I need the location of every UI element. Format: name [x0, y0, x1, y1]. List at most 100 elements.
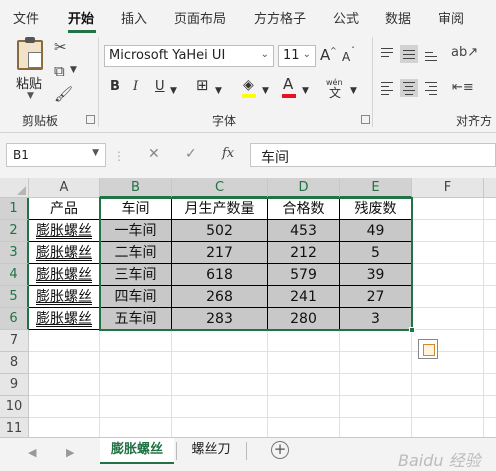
- cell-d11[interactable]: [268, 418, 340, 437]
- font-name-select[interactable]: Microsoft YaHei UI ⌄: [104, 45, 274, 67]
- increase-font-size-button[interactable]: A: [320, 47, 330, 63]
- column-header-d[interactable]: D: [268, 178, 340, 198]
- cell-e9[interactable]: [340, 374, 412, 396]
- cell-e10[interactable]: [340, 396, 412, 418]
- cell-e11[interactable]: [340, 418, 412, 437]
- font-dialog-launcher-icon[interactable]: [361, 115, 370, 124]
- column-header-b[interactable]: B: [100, 178, 172, 198]
- cell-a9[interactable]: [29, 374, 100, 396]
- sheet-tab-pengzhang-luosi[interactable]: 膨胀螺丝: [100, 438, 174, 464]
- cell-f1[interactable]: [412, 198, 484, 220]
- cell-d1[interactable]: 合格数: [268, 198, 340, 220]
- worksheet-grid[interactable]: A B C D E F 1 产品 车间 月生产数量 合格数 残废数 2 膨胀螺丝 一车间 502 453 49 3 膨…: [0, 178, 496, 437]
- cell-g9[interactable]: [484, 374, 496, 396]
- tab-file[interactable]: 文件: [13, 8, 39, 27]
- cell-g7[interactable]: [484, 330, 496, 352]
- cell-b4[interactable]: 三车间: [100, 264, 172, 286]
- cell-d7[interactable]: [268, 330, 340, 352]
- cell-e7[interactable]: [340, 330, 412, 352]
- underline-button[interactable]: U: [155, 79, 165, 95]
- tab-insert[interactable]: 插入: [121, 8, 147, 27]
- borders-icon[interactable]: ⊞: [196, 77, 209, 93]
- clipboard-dialog-launcher-icon[interactable]: [86, 115, 95, 124]
- cell-g6[interactable]: [484, 308, 496, 330]
- cell-b1[interactable]: 车间: [100, 198, 172, 220]
- drag-handle-icon[interactable]: ⋮: [113, 149, 125, 163]
- formula-input[interactable]: 车间: [250, 143, 496, 167]
- cell-d6[interactable]: 280: [268, 308, 340, 330]
- cell-b6[interactable]: 五车间: [100, 308, 172, 330]
- align-right-icon[interactable]: [422, 79, 440, 97]
- align-bottom-icon[interactable]: [422, 45, 440, 63]
- cell-g11[interactable]: [484, 418, 496, 437]
- align-top-icon[interactable]: [378, 45, 396, 63]
- font-color-button[interactable]: A: [283, 76, 293, 92]
- cell-c3[interactable]: 217: [172, 242, 268, 264]
- cell-g10[interactable]: [484, 396, 496, 418]
- cell-g1[interactable]: [484, 198, 496, 220]
- cell-e2[interactable]: 49: [340, 220, 412, 242]
- copy-icon[interactable]: ⧉: [54, 64, 65, 79]
- cell-a4[interactable]: 膨胀螺丝: [29, 264, 100, 286]
- bold-button[interactable]: B: [110, 79, 120, 95]
- cell-c10[interactable]: [172, 396, 268, 418]
- cell-d2[interactable]: 453: [268, 220, 340, 242]
- cell-f6[interactable]: [412, 308, 484, 330]
- align-center-icon[interactable]: [400, 79, 418, 97]
- cell-e1[interactable]: 残废数: [340, 198, 412, 220]
- cell-b11[interactable]: [100, 418, 172, 437]
- cell-d4[interactable]: 579: [268, 264, 340, 286]
- cell-d5[interactable]: 241: [268, 286, 340, 308]
- name-box[interactable]: B1 ▼: [6, 143, 106, 167]
- cell-g8[interactable]: [484, 352, 496, 374]
- align-middle-icon[interactable]: [400, 45, 418, 63]
- cell-e4[interactable]: 39: [340, 264, 412, 286]
- cell-d9[interactable]: [268, 374, 340, 396]
- cell-c6[interactable]: 283: [172, 308, 268, 330]
- row-header-2[interactable]: 2: [0, 220, 29, 242]
- chevron-down-icon[interactable]: ▼: [170, 83, 177, 99]
- tab-page-layout[interactable]: 页面布局: [174, 8, 226, 27]
- cell-g2[interactable]: [484, 220, 496, 242]
- cell-f5[interactable]: [412, 286, 484, 308]
- cell-b5[interactable]: 四车间: [100, 286, 172, 308]
- cell-e5[interactable]: 27: [340, 286, 412, 308]
- fill-color-icon[interactable]: ◈: [243, 77, 254, 93]
- cell-a1[interactable]: 产品: [29, 198, 100, 220]
- cell-a8[interactable]: [29, 352, 100, 374]
- cell-e3[interactable]: 5: [340, 242, 412, 264]
- cell-a11[interactable]: [29, 418, 100, 437]
- row-header-5[interactable]: 5: [0, 286, 29, 308]
- quick-analysis-icon[interactable]: [418, 339, 438, 359]
- column-header-e[interactable]: E: [340, 178, 412, 198]
- cell-b8[interactable]: [100, 352, 172, 374]
- italic-button[interactable]: I: [133, 79, 138, 95]
- cell-b7[interactable]: [100, 330, 172, 352]
- cell-f9[interactable]: [412, 374, 484, 396]
- cell-a7[interactable]: [29, 330, 100, 352]
- cell-f3[interactable]: [412, 242, 484, 264]
- cell-c5[interactable]: 268: [172, 286, 268, 308]
- fill-handle[interactable]: [409, 327, 415, 333]
- cell-d8[interactable]: [268, 352, 340, 374]
- cell-f2[interactable]: [412, 220, 484, 242]
- align-left-icon[interactable]: [378, 79, 396, 97]
- cell-f4[interactable]: [412, 264, 484, 286]
- cancel-icon[interactable]: ✕: [148, 146, 160, 162]
- tab-data[interactable]: 数据: [385, 8, 411, 27]
- chevron-down-icon[interactable]: ▼: [262, 83, 269, 99]
- cut-icon[interactable]: ✂: [54, 40, 67, 55]
- chevron-down-icon[interactable]: ▼: [350, 83, 357, 99]
- row-header-4[interactable]: 4: [0, 264, 29, 286]
- sheet-tab-luosidao[interactable]: 螺丝刀: [178, 438, 244, 464]
- chevron-down-icon[interactable]: ▼: [215, 83, 222, 99]
- cell-e8[interactable]: [340, 352, 412, 374]
- cell-d3[interactable]: 212: [268, 242, 340, 264]
- copy-dropdown-icon[interactable]: ▼: [70, 66, 77, 75]
- font-size-select[interactable]: 11 ⌄: [278, 45, 316, 67]
- cell-a6[interactable]: 膨胀螺丝: [29, 308, 100, 330]
- orientation-icon[interactable]: ab↗: [451, 46, 478, 59]
- row-header-9[interactable]: 9: [0, 374, 29, 396]
- decrease-font-size-button[interactable]: A: [342, 49, 350, 65]
- add-sheet-button[interactable]: +: [271, 441, 289, 459]
